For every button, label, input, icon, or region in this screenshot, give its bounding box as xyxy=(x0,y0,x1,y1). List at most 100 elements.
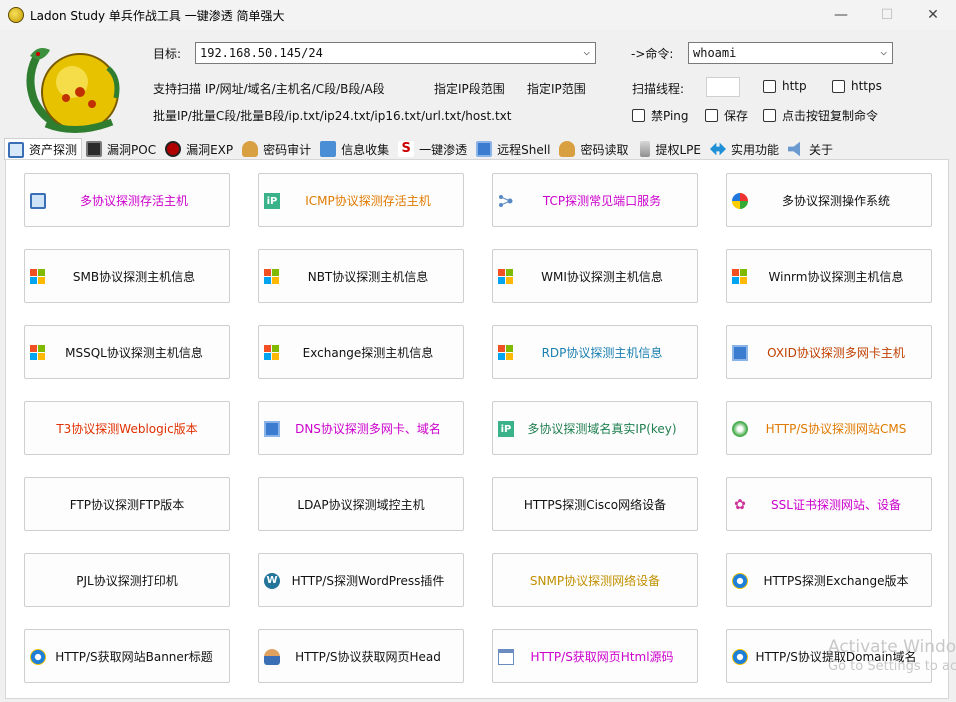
threads-input[interactable] xyxy=(706,77,740,97)
command-input[interactable]: whoami ⌵ xyxy=(688,42,893,64)
monitor-icon xyxy=(8,141,24,158)
checkbox-box[interactable] xyxy=(832,79,845,93)
tab-remote-shell[interactable]: 远程Shell xyxy=(472,138,555,160)
tab-vuln-exp[interactable]: 漏洞EXP xyxy=(161,138,238,160)
html-source-button[interactable]: HTTP/S获取网页Html源码 xyxy=(492,629,698,683)
windows-flag-icon xyxy=(264,345,280,361)
support-scan-text: 支持扫描 IP/网址/域名/主机名/C段/B段/A段 xyxy=(153,82,385,96)
asset-detection-panel: 多协议探测存活主机 iP ICMP协议探测存活主机 TCP探测常见端口服务 多协… xyxy=(5,159,949,699)
os-detect-button[interactable]: 多协议探测操作系统 xyxy=(726,173,932,227)
ip-icon: iP xyxy=(264,193,280,209)
window-title: Ladon Study 单兵作战工具 一键渗透 简单强大 xyxy=(30,8,285,23)
nbt-info-button[interactable]: NBT协议探测主机信息 xyxy=(258,249,464,303)
green-orb-icon xyxy=(732,421,748,437)
save-checkbox[interactable]: 保存 xyxy=(705,107,748,124)
checkbox-box[interactable] xyxy=(763,79,776,93)
dns-multi-nic-button[interactable]: DNS协议探测多网卡、域名 xyxy=(258,401,464,455)
tab-password-audit[interactable]: 密码审计 xyxy=(238,138,316,160)
ie-icon xyxy=(732,573,748,589)
shell-icon xyxy=(476,141,493,157)
t3-weblogic-button[interactable]: T3协议探测Weblogic版本 xyxy=(24,401,230,455)
windows-flag-icon xyxy=(264,269,280,285)
tab-bar: 资产探测 漏洞POC 漏洞EXP 密码审计 信息收集 S 一键渗透 远程Shel… xyxy=(4,138,838,160)
s-icon: S xyxy=(398,141,415,157)
tab-asset-detection[interactable]: 资产探测 xyxy=(4,138,83,160)
noping-checkbox[interactable]: 禁Ping xyxy=(632,107,689,124)
checkbox-box[interactable] xyxy=(632,109,645,122)
computer-icon xyxy=(30,193,46,209)
minimize-button[interactable]: — xyxy=(818,0,864,30)
rdp-info-button[interactable]: RDP协议探测主机信息 xyxy=(492,325,698,379)
activate-windows-watermark: Activate Windo Go to Settings to ac xyxy=(828,637,956,674)
exploit-icon xyxy=(165,141,182,157)
tab-vuln-poc[interactable]: 漏洞POC xyxy=(82,138,161,160)
target-label: 目标: xyxy=(153,47,182,61)
windows-flag-icon xyxy=(498,345,514,361)
smb-info-button[interactable]: SMB协议探测主机信息 xyxy=(24,249,230,303)
multi-protocol-alive-button[interactable]: 多协议探测存活主机 xyxy=(24,173,230,227)
snmp-device-button[interactable]: SNMP协议探测网络设备 xyxy=(492,553,698,607)
webpage-head-button[interactable]: HTTP/S协议获取网页Head xyxy=(258,629,464,683)
wordpress-plugin-button[interactable]: W HTTP/S探测WordPress插件 xyxy=(258,553,464,607)
config-area: 目标: 192.168.50.145/24 ⌵ ->命令: whoami ⌵ 支… xyxy=(0,30,956,138)
ssl-cert-button[interactable]: ✿ SSL证书探测网站、设备 xyxy=(726,477,932,531)
threads-label: 扫描线程: xyxy=(632,82,685,96)
user-icon xyxy=(264,649,280,665)
winrm-info-button[interactable]: Winrm协议探测主机信息 xyxy=(726,249,932,303)
windows-flag-icon xyxy=(498,269,514,285)
https-label: https xyxy=(851,79,882,93)
tab-one-click[interactable]: S 一键渗透 xyxy=(394,138,472,160)
noping-label: 禁Ping xyxy=(651,109,689,123)
https-checkbox[interactable]: https xyxy=(832,79,882,93)
copy-command-label: 点击按钮复制命令 xyxy=(782,109,879,123)
wmi-info-button[interactable]: WMI协议探测主机信息 xyxy=(492,249,698,303)
save-label: 保存 xyxy=(724,109,749,123)
banner-title-button[interactable]: HTTP/S获取网站Banner标题 xyxy=(24,629,230,683)
pjl-printer-button[interactable]: PJL协议探测打印机 xyxy=(24,553,230,607)
maximize-button[interactable]: ☐ xyxy=(864,0,910,30)
close-button[interactable]: ✕ xyxy=(910,0,956,30)
tab-info-collect[interactable]: 信息收集 xyxy=(316,138,394,160)
http-checkbox[interactable]: http xyxy=(763,79,807,93)
webpage-icon xyxy=(498,649,514,665)
exchange-info-button[interactable]: Exchange探测主机信息 xyxy=(258,325,464,379)
tab-utilities[interactable]: 实用功能 xyxy=(706,138,784,160)
checkbox-box[interactable] xyxy=(763,109,776,122)
ftp-version-button[interactable]: FTP协议探测FTP版本 xyxy=(24,477,230,531)
chevron-down-icon[interactable]: ⌵ xyxy=(583,45,590,58)
tab-password-read[interactable]: 密码读取 xyxy=(555,138,633,160)
oxid-multi-nic-button[interactable]: OXID协议探测多网卡主机 xyxy=(726,325,932,379)
tower-icon xyxy=(640,141,651,157)
mssql-info-button[interactable]: MSSQL协议探测主机信息 xyxy=(24,325,230,379)
speaker-icon xyxy=(788,141,800,157)
ie-icon xyxy=(30,649,46,665)
wordpress-icon: W xyxy=(264,573,280,589)
chevron-down-icon[interactable]: ⌵ xyxy=(880,45,887,58)
exchange-version-button[interactable]: HTTPS探测Exchange版本 xyxy=(726,553,932,607)
cms-detect-button[interactable]: HTTP/S协议探测网站CMS xyxy=(726,401,932,455)
title-bar: Ladon Study 单兵作战工具 一键渗透 简单强大 — ☐ ✕ xyxy=(0,0,956,30)
windows-flag-icon xyxy=(30,269,46,285)
command-label: ->命令: xyxy=(631,47,674,61)
target-input[interactable]: 192.168.50.145/24 ⌵ xyxy=(195,42,596,64)
ip-icon: iP xyxy=(498,421,514,437)
ip-range2-link[interactable]: 指定IP范围 xyxy=(527,80,586,97)
command-value: whoami xyxy=(693,46,737,60)
dragon-logo-icon xyxy=(26,48,120,134)
app-icon xyxy=(8,7,24,23)
tab-privilege-lpe[interactable]: 提权LPE xyxy=(633,138,706,160)
checkbox-box[interactable] xyxy=(705,109,718,122)
ip-range-link[interactable]: 指定IP段范围 xyxy=(434,80,505,97)
cisco-device-button[interactable]: HTTPS探测Cisco网络设备 xyxy=(492,477,698,531)
windows-flag-icon xyxy=(30,345,46,361)
ports-icon xyxy=(499,195,513,207)
ldap-dc-button[interactable]: LDAP协议探测域控主机 xyxy=(258,477,464,531)
icmp-alive-button[interactable]: iP ICMP协议探测存活主机 xyxy=(258,173,464,227)
copy-command-checkbox[interactable]: 点击按钮复制命令 xyxy=(763,107,878,124)
arrows-icon xyxy=(709,142,726,156)
tcp-port-scan-button[interactable]: TCP探测常见端口服务 xyxy=(492,173,698,227)
real-ip-button[interactable]: iP 多协议探测域名真实IP(key) xyxy=(492,401,698,455)
http-label: http xyxy=(782,79,807,93)
tab-about[interactable]: 关于 xyxy=(784,138,838,160)
users-icon xyxy=(242,141,259,157)
